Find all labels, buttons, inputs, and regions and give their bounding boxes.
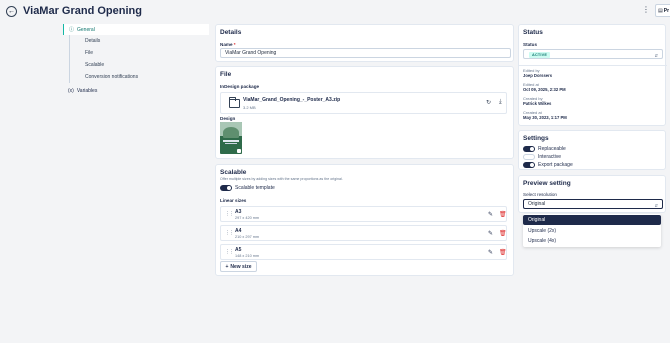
info-icon: ⓘ [69,27,75,33]
option-upscale-2x[interactable]: Upscale (2x) [523,226,661,236]
file-title: File [220,71,232,78]
new-size-button[interactable]: + New size [220,261,257,272]
scalable-title: Scalable [220,169,247,176]
nav-item-variables[interactable]: (x) Variables [63,85,209,97]
design-label: Design [220,116,236,121]
trash-icon[interactable]: 🗑 [499,249,507,256]
setting-interactive: Interactive [523,153,561,160]
setting-export-package: Export package [523,161,573,168]
resolution-dropdown: Original Upscale (2x) Upscale (4x) [523,214,661,247]
nav-item-conversion-notifications[interactable]: Conversion notifications [69,71,209,83]
nav-item-file[interactable]: File [69,47,209,59]
name-label: Name * [220,42,236,47]
chevron-down-icon: ⇵ [654,53,658,58]
option-upscale-4x[interactable]: Upscale (4x) [523,236,661,246]
back-button[interactable]: ← [6,6,17,17]
scalable-card: Scalable Offer multiple sizes by adding … [215,164,514,276]
section-nav: ⓘ General Details File Scalable Conversi… [63,24,209,97]
setting-replaceable: Replaceable [523,145,566,152]
settings-title: Settings [523,135,549,142]
nav-item-details[interactable]: Details [69,35,209,47]
page-header: ← ViaMar Grand Opening ⋮ ▤ Pr [0,0,670,22]
linear-sizes-label: Linear sizes [220,198,247,203]
created-by: Patrick Wilkes [523,101,552,106]
export-package-toggle[interactable] [523,161,535,168]
scalable-template-label: Scalable template [235,185,275,191]
scalable-template-toggle[interactable] [220,185,232,191]
file-name: ViaMar_Grand_Opening_-_Poster_A3.zip [243,97,341,103]
details-title: Details [220,29,242,36]
scalable-description: Offer multiple sizes by adding sizes wit… [220,177,343,181]
created-at: May 30, 2023, 1:17 PM [523,115,567,120]
edited-by: Joep Dorssers [523,73,553,78]
file-card: File InDesign package ViaMar_Grand_Openi… [215,66,514,159]
details-card: Details Name * ViaMar Grand Opening [215,24,514,62]
edit-icon[interactable]: ✎ [488,230,493,237]
chevron-down-icon: ⇵ [654,203,658,208]
status-label: Status [523,42,538,47]
status-badge: ACTIVE [529,52,551,58]
nav-item-general[interactable]: ⓘ General [63,24,209,35]
file-size: 3.2 MB [243,105,256,110]
arrow-left-icon: ← [8,8,15,15]
variables-icon: (x) [68,88,74,94]
status-card: Status Status ACTIVE ⇵ Edited by Joep Do… [518,24,667,126]
folder-icon [229,97,240,108]
drag-handle-icon[interactable]: ⋮⋮ [225,211,234,217]
preview-setting-card: Preview setting Select resolution Origin… [518,175,666,213]
size-row: ⋮⋮ A3 297 x 420 mm ✎ 🗑 [220,206,507,222]
select-resolution-label: Select resolution [523,192,557,197]
edit-icon[interactable]: ✎ [488,249,493,256]
resolution-select[interactable]: Original ⇵ [523,199,663,209]
nav-item-scalable[interactable]: Scalable [69,59,209,71]
trash-icon[interactable]: 🗑 [499,230,507,237]
drag-handle-icon[interactable]: ⋮⋮ [225,230,234,236]
settings-card: Settings Replaceable Interactive Export … [518,130,666,170]
more-options-icon[interactable]: ⋮ [642,6,650,14]
publish-button[interactable]: ▤ Pr [655,4,670,17]
design-thumbnail[interactable] [220,122,242,154]
size-row: ⋮⋮ A5 148 x 210 mm ✎ 🗑 [220,244,507,260]
divider [519,65,667,66]
plus-icon: + [225,263,229,270]
edit-icon[interactable]: ✎ [488,211,493,218]
replace-icon[interactable]: ↻ [486,99,491,106]
interactive-toggle[interactable] [523,153,535,160]
size-row: ⋮⋮ A4 210 x 297 mm ✎ 🗑 [220,225,507,241]
option-original[interactable]: Original [523,215,661,225]
status-title: Status [523,29,543,36]
file-row: ViaMar_Grand_Opening_-_Poster_A3.zip 3.2… [220,92,507,114]
indesign-package-label: InDesign package [220,84,260,89]
status-select[interactable]: ACTIVE ⇵ [523,49,663,59]
replaceable-toggle[interactable] [523,145,535,152]
drag-handle-icon[interactable]: ⋮⋮ [225,249,234,255]
preview-setting-title: Preview setting [523,180,571,187]
document-icon: ▤ [658,7,663,14]
download-icon[interactable]: ⤓ [499,99,502,106]
trash-icon[interactable]: 🗑 [499,211,507,218]
edited-at: Oct 09, 2025, 2:32 PM [523,87,566,92]
name-input[interactable]: ViaMar Grand Opening [220,48,511,58]
page-title: ViaMar Grand Opening [23,5,142,17]
